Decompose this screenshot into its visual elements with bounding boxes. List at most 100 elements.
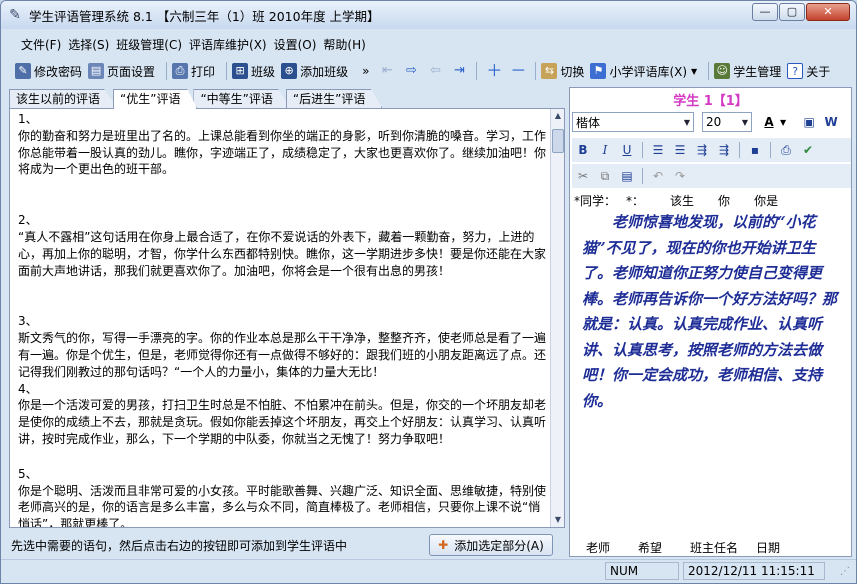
- change-password-label: 修改密码: [34, 64, 83, 79]
- check-icon[interactable]: ✔: [799, 141, 817, 159]
- menu-file[interactable]: 文件(F): [21, 36, 68, 53]
- signature-tokens: 老师 希望 班主任名 日期: [586, 539, 846, 556]
- title-bar[interactable]: ✎ 学生评语管理系统 8.1 【六制三年（1）班 2010年度 上学期】 — ▢…: [1, 1, 856, 29]
- font-toolbar: 楷体 ▼ 20 ▼ A ▼ ▣ W: [572, 110, 851, 134]
- w-icon[interactable]: W: [822, 113, 840, 131]
- token-classmate[interactable]: *同学：: [574, 192, 616, 209]
- toolbar-overflow-label: »: [362, 64, 370, 78]
- plus-icon[interactable]: ＋: [486, 63, 502, 79]
- page-setup-label: 页面设置: [107, 64, 156, 79]
- word-icon[interactable]: ▣: [800, 113, 818, 131]
- maximize-button[interactable]: ▢: [779, 3, 805, 21]
- token-this-student[interactable]: 该生: [670, 192, 694, 209]
- class-icon: ⊞: [232, 63, 249, 79]
- token-head-teacher[interactable]: 班主任名: [690, 539, 738, 556]
- list-item[interactable]: 3、 斯文秀气的你，写得一手漂亮的字。你的作业本总是那么干干净净，整整齐齐，使老…: [18, 313, 546, 380]
- token-teacher[interactable]: 老师: [586, 539, 610, 556]
- list-item[interactable]: 5、 你是个聪明、活泼而且非常可爱的小女孩。平时能歌善舞、兴趣广泛、知识全面、思…: [18, 466, 546, 527]
- tab-struggling-student[interactable]: “后进生”评语: [285, 89, 383, 108]
- save-icon[interactable]: ▪: [746, 141, 764, 159]
- password-icon: ✎: [15, 63, 31, 79]
- paste-icon[interactable]: ▤: [618, 167, 636, 185]
- chevron-down-icon[interactable]: ▼: [780, 118, 786, 127]
- scroll-up-icon[interactable]: ▲: [551, 109, 564, 123]
- menu-select[interactable]: 选择(S): [68, 36, 116, 53]
- underline-icon[interactable]: U: [618, 141, 636, 159]
- indent-icon[interactable]: ⇶: [693, 141, 711, 159]
- minimize-button[interactable]: —: [752, 3, 778, 21]
- library-dropdown[interactable]: ⚑ 小学评语库(X) ▼: [590, 60, 697, 82]
- nav-next-icon[interactable]: ⇦: [427, 63, 443, 79]
- list-item[interactable]: 1、 你的勤奋和努力是班里出了名的。上课总能看到你坐的端正的身影，听到你清脆的嗓…: [18, 111, 546, 178]
- toolbar-separator: [642, 142, 643, 158]
- comment-text: 斯文秀气的你，写得一手漂亮的字。你的作业本总是那么干干净净，整整齐齐，使老师总是…: [18, 331, 547, 379]
- about-label: 关于: [806, 64, 831, 79]
- redo-icon[interactable]: ↷: [671, 167, 689, 185]
- nav-prev-icon[interactable]: ⇨: [403, 63, 419, 79]
- menu-class-management[interactable]: 班级管理(C): [116, 36, 189, 53]
- outdent-icon[interactable]: ⇶: [715, 141, 733, 159]
- scroll-down-icon[interactable]: ▼: [551, 513, 564, 527]
- class-button[interactable]: ⊞ 班级: [232, 60, 275, 82]
- minus-icon[interactable]: －: [510, 63, 526, 79]
- nav-first-icon[interactable]: ⇤: [379, 63, 395, 79]
- print-button[interactable]: ⎙ 打印: [172, 60, 215, 82]
- menu-settings[interactable]: 设置(O): [274, 36, 324, 53]
- comment-text: 你的勤奋和努力是班里出了名的。上课总能看到你坐的端正的身影，听到你清脆的嗓音。学…: [18, 128, 547, 177]
- font-color-button[interactable]: A: [760, 113, 778, 131]
- library-dropdown-label: 小学评语库(X): [609, 64, 688, 79]
- scrollbar-thumb[interactable]: [552, 129, 564, 153]
- token-date[interactable]: 日期: [756, 539, 780, 556]
- toolbar-separator: [535, 62, 537, 80]
- page-setup-icon: ▤: [88, 63, 105, 79]
- align-center-icon[interactable]: ☰: [671, 141, 689, 159]
- menu-library-maintenance[interactable]: 评语库维护(X): [189, 36, 274, 53]
- add-selected-label: 添加选定部分(A): [454, 538, 544, 553]
- undo-icon[interactable]: ↶: [649, 167, 667, 185]
- comment-list[interactable]: 1、 你的勤奋和努力是班里出了名的。上课总能看到你坐的端正的身影，听到你清脆的嗓…: [9, 108, 565, 528]
- cut-icon[interactable]: ✂: [574, 167, 592, 185]
- status-bar: NUM 2012/12/11 11:15:11 ⋰: [1, 559, 856, 581]
- list-item[interactable]: 4、 你是一个活泼可爱的男孩，打扫卫生时总是不怕脏、不怕累冲在前头。但是，你交的…: [18, 381, 546, 448]
- change-password-button[interactable]: ✎ 修改密码: [15, 60, 82, 82]
- add-class-label: 添加班级: [300, 64, 349, 79]
- menu-help[interactable]: 帮助(H): [323, 36, 372, 53]
- resize-grip-icon[interactable]: ⋰: [840, 566, 852, 578]
- comment-editor[interactable]: 老师惊喜地发现，以前的“小花猫”不见了，现在的你也开始讲卫生了。老师知道你正努力…: [572, 208, 851, 526]
- window-controls: — ▢ ✕: [751, 3, 850, 21]
- print-small-icon[interactable]: ⎙: [777, 141, 795, 159]
- align-left-icon[interactable]: ☰: [649, 141, 667, 159]
- num-lock-indicator: NUM: [605, 562, 679, 580]
- add-class-button[interactable]: ⊕ 添加班级: [281, 60, 348, 82]
- switch-button[interactable]: ⇆ 切换: [541, 60, 584, 82]
- token-you[interactable]: 你: [718, 192, 730, 209]
- toolbar-overflow-button[interactable]: »: [362, 60, 369, 82]
- tab-previous-comments[interactable]: 该生以前的评语: [9, 89, 118, 108]
- comment-list-scrollbar[interactable]: ▲ ▼: [550, 109, 564, 527]
- comment-number: 5、: [18, 466, 38, 481]
- token-hope[interactable]: 希望: [638, 539, 662, 556]
- list-item[interactable]: 2、 “真人不露相”这句话用在你身上最合适了，在你不爱说话的外表下，藏着一颗勤奋…: [18, 212, 546, 279]
- student-management-button[interactable]: ☺ 学生管理: [714, 60, 781, 82]
- student-comment-editor-panel: 学生 1【1】 楷体 ▼ 20 ▼ A ▼ ▣ W B I U ☰ ☰ ⇶ ⇶ …: [569, 87, 852, 557]
- tab-average-student[interactable]: “中等生”评语: [193, 89, 290, 108]
- about-button[interactable]: ? 关于: [787, 60, 830, 82]
- bold-icon[interactable]: B: [574, 141, 592, 159]
- tab-excellent-student[interactable]: “优生”评语: [113, 89, 198, 109]
- close-button[interactable]: ✕: [806, 3, 850, 21]
- page-setup-button[interactable]: ▤ 页面设置: [88, 60, 155, 82]
- copy-icon[interactable]: ⧉: [596, 167, 614, 185]
- italic-icon[interactable]: I: [596, 141, 614, 159]
- chevron-down-icon: ▼: [741, 117, 748, 127]
- add-selected-button[interactable]: ✚ 添加选定部分(A): [429, 534, 553, 556]
- window-title: 学生评语管理系统 8.1 【六制三年（1）班 2010年度 上学期】: [29, 8, 380, 24]
- comment-number: 2、: [18, 213, 38, 228]
- token-name[interactable]: *：: [626, 192, 644, 209]
- font-size-select[interactable]: 20 ▼: [702, 112, 752, 132]
- font-name-select[interactable]: 楷体 ▼: [572, 112, 694, 132]
- chevron-down-icon: ▼: [691, 66, 698, 76]
- nav-last-icon[interactable]: ⇥: [451, 63, 467, 79]
- token-you-are[interactable]: 你是: [754, 192, 778, 209]
- toolbar-separator: [770, 142, 771, 158]
- edit-toolbar: ✂ ⧉ ▤ ↶ ↷: [572, 164, 851, 188]
